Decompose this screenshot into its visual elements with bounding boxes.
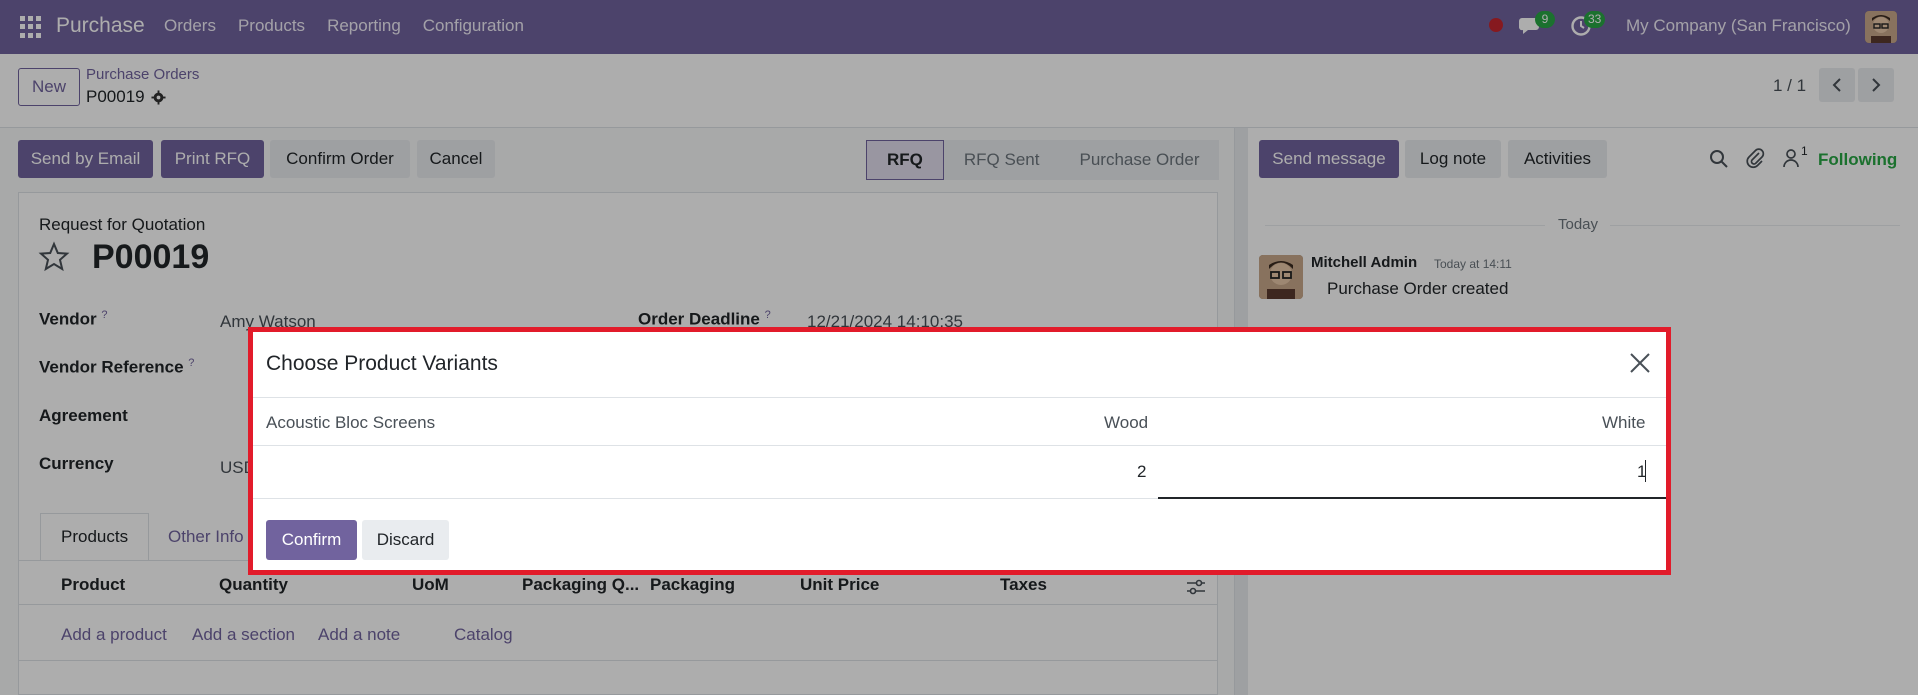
- dialog-header-divider: [253, 397, 1666, 398]
- discard-button[interactable]: Discard: [362, 520, 449, 560]
- dialog-body-divider: [253, 498, 1158, 499]
- dialog-table-divider: [253, 445, 1666, 446]
- variant-col-white: White: [1602, 413, 1646, 432]
- variant-col-wood: Wood: [1104, 413, 1149, 432]
- close-icon[interactable]: [1629, 352, 1651, 374]
- white-quantity-underline: [1158, 497, 1666, 499]
- text-cursor: [1645, 460, 1646, 482]
- confirm-button[interactable]: Confirm: [266, 520, 357, 560]
- wood-quantity-input[interactable]: 2: [1137, 462, 1146, 482]
- variant-product-name: Acoustic Bloc Screens: [266, 413, 436, 432]
- dialog-title: Choose Product Variants: [266, 352, 498, 375]
